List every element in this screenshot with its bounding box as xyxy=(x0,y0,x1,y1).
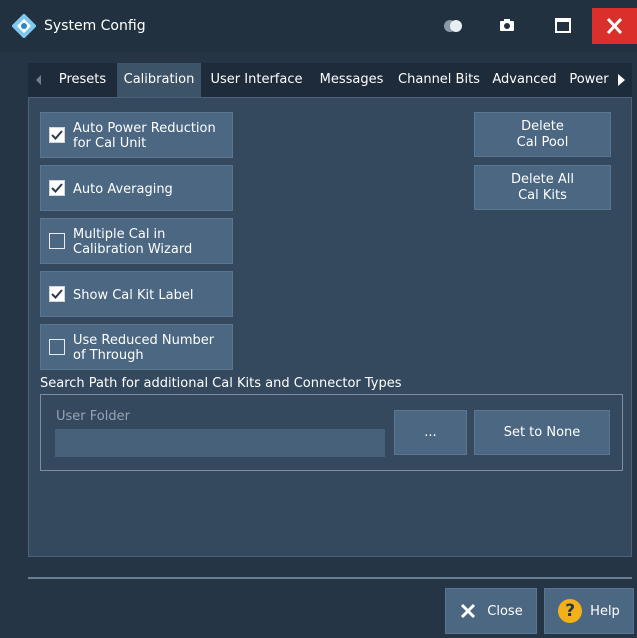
camera-icon xyxy=(500,19,514,31)
checkbox-label: Use Reduced Number of Through xyxy=(73,333,215,363)
tab-scroll-left-button[interactable] xyxy=(28,63,50,97)
close-icon xyxy=(606,17,623,35)
search-path-label: Search Path for additional Cal Kits and … xyxy=(40,376,402,391)
tab-channel-bits[interactable]: Channel Bits xyxy=(393,63,485,97)
tab-calibration[interactable]: Calibration xyxy=(117,63,201,97)
delete-all-cal-kits-button[interactable]: Delete All Cal Kits xyxy=(474,165,611,210)
help-button[interactable]: ? Help xyxy=(544,588,634,634)
tab-bar: Presets Calibration User Interface Messa… xyxy=(28,63,632,97)
chevron-right-icon xyxy=(618,74,625,86)
delete-cal-pool-button[interactable]: Delete Cal Pool xyxy=(474,112,611,157)
maximize-button[interactable] xyxy=(540,8,586,44)
help-button-label: Help xyxy=(590,603,620,619)
checkbox-unchecked-icon xyxy=(49,233,65,249)
tab-presets[interactable]: Presets xyxy=(52,63,113,97)
tab-user-interface[interactable]: User Interface xyxy=(203,63,310,97)
tab-messages[interactable]: Messages xyxy=(312,63,391,97)
close-window-button[interactable] xyxy=(592,8,637,44)
calibration-panel: Auto Power Reduction for Cal Unit Auto A… xyxy=(28,97,632,557)
checkbox-reduced-through[interactable]: Use Reduced Number of Through xyxy=(40,324,233,370)
toggle-icon[interactable] xyxy=(440,18,466,34)
close-button[interactable]: Close xyxy=(445,588,537,634)
tab-power[interactable]: Power xyxy=(564,63,614,97)
checkbox-auto-averaging[interactable]: Auto Averaging xyxy=(40,165,233,211)
checkbox-checked-icon xyxy=(49,180,65,196)
checkbox-multiple-cal[interactable]: Multiple Cal in Calibration Wizard xyxy=(40,218,233,264)
browse-button[interactable]: ... xyxy=(394,410,467,455)
search-path-group: User Folder ... Set to None xyxy=(40,394,623,471)
user-folder-input[interactable] xyxy=(55,429,385,457)
footer-divider xyxy=(28,577,632,579)
checkbox-label: Show Cal Kit Label xyxy=(73,287,194,303)
set-to-none-button[interactable]: Set to None xyxy=(474,410,610,455)
checkbox-checked-icon xyxy=(49,286,65,302)
user-folder-label: User Folder xyxy=(56,409,130,424)
close-icon xyxy=(461,603,476,619)
checkbox-unchecked-icon xyxy=(49,339,65,355)
chevron-left-icon xyxy=(36,75,41,85)
maximize-icon xyxy=(555,18,571,33)
screenshot-button[interactable] xyxy=(484,8,530,44)
help-icon: ? xyxy=(558,599,583,623)
checkbox-auto-power-reduction[interactable]: Auto Power Reduction for Cal Unit xyxy=(40,112,233,158)
tab-advanced[interactable]: Advanced xyxy=(487,63,562,97)
window-title: System Config xyxy=(44,18,146,34)
checkbox-label: Multiple Cal in Calibration Wizard xyxy=(73,227,193,257)
tab-scroll-right-button[interactable] xyxy=(610,63,632,97)
checkbox-checked-icon xyxy=(49,127,65,143)
app-logo-icon xyxy=(11,13,37,39)
checkbox-label: Auto Power Reduction for Cal Unit xyxy=(73,121,216,151)
checkbox-show-cal-kit-label[interactable]: Show Cal Kit Label xyxy=(40,271,233,317)
checkbox-label: Auto Averaging xyxy=(73,181,173,197)
close-button-label: Close xyxy=(487,603,523,619)
